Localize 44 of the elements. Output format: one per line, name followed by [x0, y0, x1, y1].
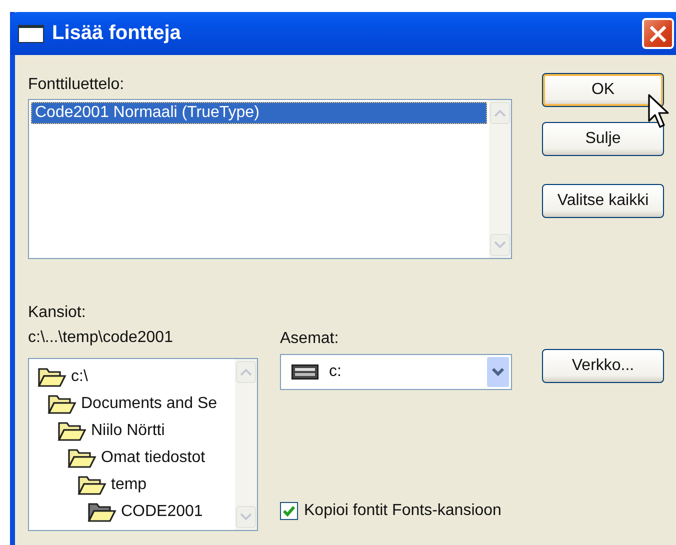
scroll-up-button[interactable]	[236, 361, 256, 383]
folder-tree-item[interactable]: Omat tiedostot	[29, 444, 235, 471]
network-button[interactable]: Verkko...	[542, 349, 664, 383]
close-button[interactable]	[642, 18, 674, 49]
font-list-item[interactable]: Code2001 Normaali (TrueType)	[31, 102, 487, 124]
folder-tree-item[interactable]: c:\	[29, 363, 235, 390]
open-folder-icon	[57, 420, 87, 442]
folder-tree-item[interactable]: temp	[29, 471, 235, 498]
scrollbar[interactable]	[489, 100, 511, 258]
chevron-down-icon	[491, 367, 505, 377]
folder-tree-item[interactable]: Documents and Se	[29, 390, 235, 417]
font-list-label: Fonttiluettelo:	[28, 75, 126, 95]
folder-tree[interactable]: c:\ Documents and Se Niilo Nörtti Omat tiedostot temp CODE2001	[28, 358, 258, 531]
current-folder-icon	[87, 500, 117, 522]
open-folder-icon	[47, 392, 77, 414]
drive-icon	[291, 364, 319, 380]
window-title: Lisää fontteja	[52, 22, 182, 45]
window-icon	[18, 24, 44, 42]
folder-path: c:\...\temp\code2001	[28, 328, 174, 348]
scroll-down-button[interactable]	[236, 506, 256, 528]
checkbox[interactable]	[280, 502, 298, 520]
scroll-down-button[interactable]	[490, 234, 510, 256]
dialog-button[interactable]: Sulje	[542, 122, 664, 156]
scroll-up-button[interactable]	[490, 102, 510, 124]
folder-tree-item[interactable]: Niilo Nörtti	[29, 417, 235, 444]
chevron-down-icon	[494, 241, 506, 249]
checkbox-label: Kopioi fontit Fonts-kansioon	[304, 502, 502, 520]
font-list[interactable]: Code2001 Normaali (TrueType)	[28, 99, 512, 259]
chevron-up-icon	[494, 109, 506, 117]
close-icon	[648, 24, 668, 44]
checkmark-icon	[281, 503, 297, 519]
folders-label: Kansiot:	[28, 303, 87, 323]
drives-label: Asemat:	[280, 329, 340, 349]
open-folder-icon	[37, 366, 67, 388]
chevron-down-icon	[240, 513, 252, 521]
chevron-up-icon	[240, 368, 252, 376]
scrollbar[interactable]	[235, 359, 257, 530]
open-folder-icon	[77, 474, 107, 496]
dialog-button[interactable]: Valitse kaikki	[542, 184, 664, 218]
drive-dropdown[interactable]: c:	[280, 354, 512, 390]
open-folder-icon	[67, 446, 97, 468]
dialog-button[interactable]: OK	[542, 73, 664, 107]
dropdown-button[interactable]	[487, 357, 509, 387]
folder-tree-item[interactable]: CODE2001	[29, 498, 235, 525]
